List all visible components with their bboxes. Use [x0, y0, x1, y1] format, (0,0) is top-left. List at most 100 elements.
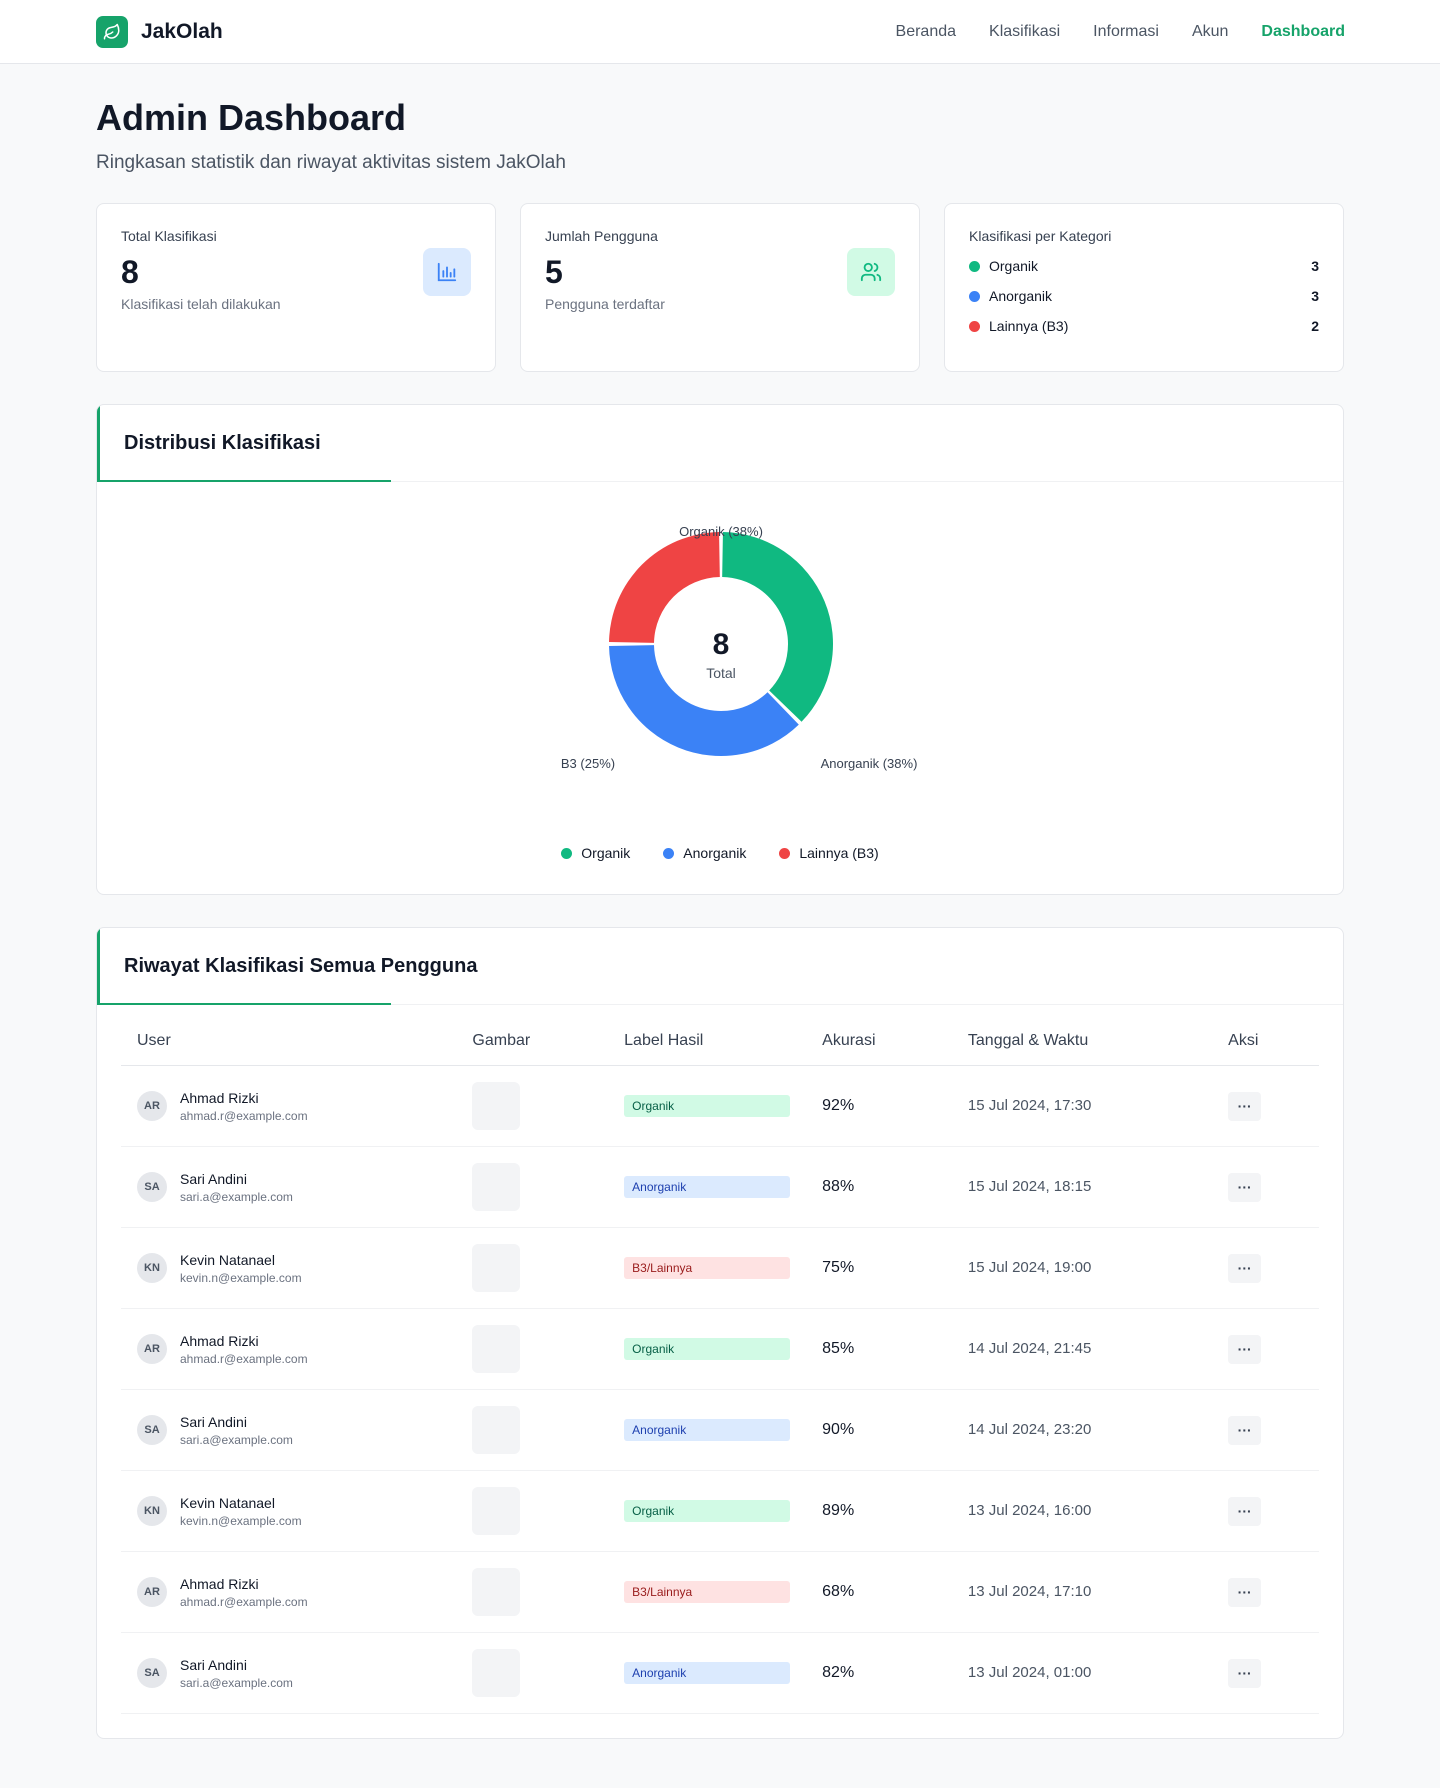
accuracy-value: 75% [822, 1259, 855, 1276]
category-name: Lainnya (B3) [989, 318, 1069, 334]
anorganik-dot-icon [663, 847, 675, 859]
image-cell [456, 1146, 609, 1228]
accuracy-value: 88% [822, 1178, 855, 1195]
brand[interactable]: JakOlah [96, 15, 223, 48]
column-header-tanggal[interactable]: Tanggal & Waktu [951, 1032, 1213, 1066]
b3-dot-icon [969, 320, 980, 332]
image-thumbnail[interactable] [472, 1163, 521, 1211]
image-cell [456, 1551, 609, 1633]
accuracy-value: 68% [822, 1583, 855, 1600]
legend-item-organik[interactable]: Organik [561, 845, 630, 861]
user-cell: KN Kevin Natanael kevin.n@example.com [121, 1227, 457, 1309]
more-actions-button[interactable]: ··· [1228, 1496, 1262, 1526]
more-actions-button[interactable]: ··· [1228, 1253, 1262, 1283]
image-thumbnail[interactable] [472, 1082, 521, 1130]
accuracy-cell: 89% [806, 1470, 952, 1552]
label-badge: Anorganik [624, 1419, 791, 1441]
user-email: sari.a@example.com [180, 1189, 293, 1204]
user-cell: SA Sari Andini sari.a@example.com [121, 1146, 457, 1228]
stats-row: Total Klasifikasi 8 Klasifikasi telah di… [96, 203, 1344, 372]
nav-dashboard[interactable]: Dashboard [1261, 23, 1345, 41]
more-actions-button[interactable]: ··· [1228, 1415, 1262, 1445]
b3-dot-icon [779, 847, 791, 859]
donut-segment-organik[interactable] [722, 532, 834, 722]
user-cell: SA Sari Andini sari.a@example.com [121, 1389, 457, 1471]
user-cell: KN Kevin Natanael kevin.n@example.com [121, 1470, 457, 1552]
user-name: Ahmad Rizki [180, 1089, 259, 1106]
date-value: 15 Jul 2024, 19:00 [967, 1259, 1092, 1276]
category-count: 3 [1311, 288, 1319, 304]
image-thumbnail[interactable] [472, 1244, 521, 1292]
legend-item-anorganik[interactable]: Anorganik [663, 845, 746, 861]
table-row: AR Ahmad Rizki ahmad.r@example.com B3/Lainn… [121, 1551, 1319, 1633]
accuracy-cell: 85% [806, 1308, 952, 1390]
nav-informasi[interactable]: Informasi [1093, 23, 1159, 41]
more-actions-button[interactable]: ··· [1228, 1091, 1262, 1121]
nav-akun[interactable]: Akun [1192, 23, 1228, 41]
donut-segment-lainnya-b3[interactable] [609, 532, 720, 643]
label-cell: Organik [608, 1470, 807, 1552]
label-badge: Anorganik [624, 1662, 791, 1684]
date-value: 15 Jul 2024, 17:30 [967, 1097, 1092, 1114]
label-cell: Organik [608, 1065, 807, 1147]
accuracy-value: 92% [822, 1097, 855, 1114]
anorganik-dot-icon [969, 290, 980, 302]
more-actions-button[interactable]: ··· [1228, 1577, 1262, 1607]
more-actions-button[interactable]: ··· [1228, 1334, 1262, 1364]
accuracy-value: 90% [822, 1421, 855, 1438]
label-badge: B3/Lainnya [624, 1257, 791, 1279]
image-cell [456, 1308, 609, 1390]
table-row: AR Ahmad Rizki ahmad.r@example.com Organik 9… [121, 1065, 1319, 1147]
history-table-body: AR Ahmad Rizki ahmad.r@example.com Organik 9… [121, 1065, 1319, 1714]
label-cell: B3/Lainnya [608, 1227, 807, 1309]
column-header-gambar[interactable]: Gambar [456, 1032, 609, 1066]
table-row: AR Ahmad Rizki ahmad.r@example.com Organik 8… [121, 1308, 1319, 1390]
image-cell [456, 1389, 609, 1471]
panel-title: Distribusi Klasifikasi [124, 431, 321, 454]
table-row: KN Kevin Natanael kevin.n@example.com Organ… [121, 1470, 1319, 1552]
table-row: KN Kevin Natanael kevin.n@example.com B3/La… [121, 1227, 1319, 1309]
category-row-b3: Lainnya (B3) 2 [969, 318, 1319, 334]
user-email: ahmad.r@example.com [180, 1594, 308, 1609]
column-header-aksi[interactable]: Aksi [1212, 1032, 1319, 1066]
date-value: 14 Jul 2024, 23:20 [967, 1421, 1092, 1438]
image-thumbnail[interactable] [472, 1325, 521, 1373]
legend-item-b3[interactable]: Lainnya (B3) [779, 845, 879, 861]
avatar: AR [137, 1334, 167, 1364]
action-cell: ··· [1212, 1551, 1319, 1633]
organik-dot-icon [969, 260, 980, 272]
accuracy-cell: 82% [806, 1632, 952, 1714]
nav-beranda[interactable]: Beranda [896, 23, 957, 41]
image-thumbnail[interactable] [472, 1406, 521, 1454]
user-name: Sari Andini [180, 1656, 247, 1673]
image-thumbnail[interactable] [472, 1487, 521, 1535]
date-cell: 13 Jul 2024, 01:00 [951, 1632, 1213, 1714]
accuracy-value: 85% [822, 1340, 855, 1357]
nav-klasifikasi[interactable]: Klasifikasi [989, 23, 1060, 41]
column-header-label[interactable]: Label Hasil [608, 1032, 807, 1066]
label-cell: Anorganik [608, 1632, 807, 1714]
stat-card-total: Total Klasifikasi 8 Klasifikasi telah di… [96, 203, 496, 372]
date-cell: 14 Jul 2024, 21:45 [951, 1308, 1213, 1390]
avatar: AR [137, 1577, 167, 1607]
date-value: 13 Jul 2024, 16:00 [967, 1502, 1092, 1519]
panel-title: Riwayat Klasifikasi Semua Pengguna [124, 954, 478, 977]
label-badge: B3/Lainnya [624, 1581, 791, 1603]
date-cell: 15 Jul 2024, 18:15 [951, 1146, 1213, 1228]
category-count: 3 [1311, 258, 1319, 274]
more-actions-button[interactable]: ··· [1228, 1658, 1262, 1688]
user-name: Sari Andini [180, 1170, 247, 1187]
user-cell: AR Ahmad Rizki ahmad.r@example.com [121, 1308, 457, 1390]
user-email: sari.a@example.com [180, 1675, 293, 1690]
user-name: Ahmad Rizki [180, 1332, 259, 1349]
more-actions-button[interactable]: ··· [1228, 1172, 1262, 1202]
label-badge: Organik [624, 1500, 791, 1522]
donut-segment-anorganik[interactable] [609, 645, 799, 757]
column-header-akurasi[interactable]: Akurasi [806, 1032, 952, 1066]
column-header-user[interactable]: User [121, 1032, 457, 1066]
image-thumbnail[interactable] [472, 1568, 521, 1616]
user-email: kevin.n@example.com [180, 1270, 302, 1285]
page-title: Admin Dashboard [96, 97, 407, 138]
image-thumbnail[interactable] [472, 1649, 521, 1697]
date-cell: 13 Jul 2024, 17:10 [951, 1551, 1213, 1633]
